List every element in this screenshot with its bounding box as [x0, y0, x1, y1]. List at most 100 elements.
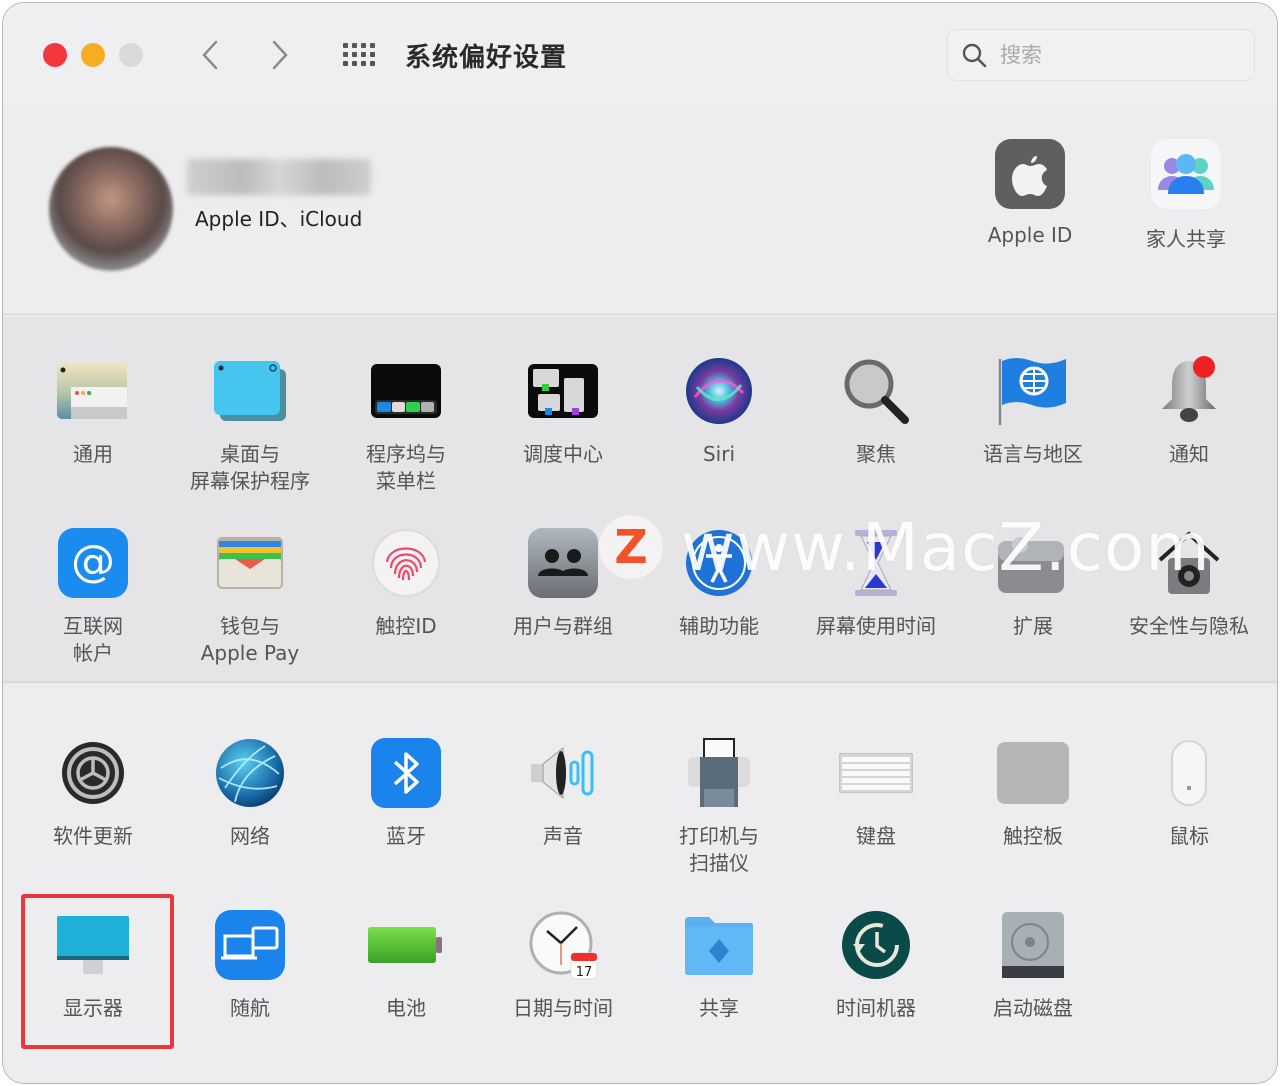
keyboard-label: 键盘 — [856, 824, 896, 848]
touch-id-label: 触控ID — [375, 614, 437, 638]
pref-security-privacy[interactable]: 安全性与隐私 — [1111, 527, 1267, 640]
pref-extensions[interactable]: 扩展 — [955, 527, 1111, 640]
general-label: 通用 — [73, 442, 113, 466]
wallet-applepay-label: 钱包与 Apple Pay — [200, 614, 300, 665]
minimize-button[interactable] — [81, 43, 105, 67]
pref-sidecar[interactable]: 随航 — [172, 909, 328, 1022]
language-region-label: 语言与地区 — [983, 442, 1083, 466]
pref-network[interactable]: 网络 — [172, 737, 328, 850]
users-icon — [524, 527, 602, 599]
close-button[interactable] — [43, 43, 67, 67]
pref-printers-scanners[interactable]: 打印机与 扫描仪 — [641, 737, 797, 877]
family-icon — [1151, 139, 1221, 209]
window-title: 系统偏好设置 — [405, 43, 568, 73]
search-input[interactable] — [1000, 43, 1240, 67]
pref-screen-time[interactable]: 屏幕使用时间 — [798, 527, 954, 640]
network-globe-icon — [211, 737, 289, 809]
pref-wallet-applepay[interactable]: 钱包与 Apple Pay — [172, 527, 328, 667]
forward-button[interactable] — [265, 37, 295, 73]
sound-label: 声音 — [543, 824, 583, 848]
pref-accessibility[interactable]: 辅助功能 — [641, 527, 797, 640]
time-machine-label: 时间机器 — [836, 996, 916, 1020]
bluetooth-icon — [367, 737, 445, 809]
pref-touch-id[interactable]: 触控ID — [328, 527, 484, 640]
mouse-icon — [1150, 737, 1228, 809]
sidecar-label: 随航 — [230, 996, 270, 1020]
pref-general[interactable]: 通用 — [15, 355, 171, 468]
search-field[interactable] — [947, 29, 1255, 81]
pref-desktop-screensaver[interactable]: 桌面与 屏幕保护程序 — [172, 355, 328, 495]
pref-notifications[interactable]: 通知 — [1111, 355, 1267, 468]
house-safe-icon — [1150, 527, 1228, 599]
printers-scanners-label: 打印机与 扫描仪 — [679, 824, 759, 875]
notifications-label: 通知 — [1169, 442, 1209, 466]
pref-language-region[interactable]: 语言与地区 — [955, 355, 1111, 468]
security-privacy-label: 安全性与隐私 — [1129, 614, 1249, 638]
flag-globe-icon — [994, 355, 1072, 427]
pref-trackpad[interactable]: 触控板 — [955, 737, 1111, 850]
trackpad-icon — [994, 737, 1072, 809]
puzzle-icon — [994, 527, 1072, 599]
siri-icon — [680, 355, 758, 427]
pref-startup-disk[interactable]: 启动磁盘 — [955, 909, 1111, 1022]
family-sharing-label: 家人共享 — [1146, 227, 1226, 251]
pref-family-sharing[interactable]: 家人共享 — [1111, 139, 1261, 252]
pref-sharing[interactable]: 共享 — [641, 909, 797, 1022]
internet-accounts-label: 互联网 帐户 — [63, 614, 123, 665]
pref-mission-control[interactable]: 调度中心 — [485, 355, 641, 468]
account-section: Apple ID、iCloud Apple ID 家人共享 — [3, 103, 1277, 315]
shared-folder-icon — [680, 909, 758, 981]
pref-software-update[interactable]: 软件更新 — [15, 737, 171, 850]
pref-date-time[interactable]: 17 日期与时间 — [485, 909, 641, 1022]
pref-internet-accounts[interactable]: @ 互联网 帐户 — [15, 527, 171, 667]
sharing-label: 共享 — [699, 996, 739, 1020]
network-label: 网络 — [230, 824, 270, 848]
magnifier-icon — [837, 355, 915, 427]
desktop-icon — [211, 355, 289, 427]
pref-keyboard[interactable]: 键盘 — [798, 737, 954, 850]
monitor-icon — [54, 909, 132, 981]
show-all-button[interactable] — [341, 41, 377, 69]
pref-siri[interactable]: Siri — [641, 355, 797, 468]
system-preferences-window: 系统偏好设置 Apple ID、iCloud Apple ID 家人共享 — [2, 2, 1278, 1084]
pref-battery[interactable]: 电池 — [328, 909, 484, 1022]
time-machine-icon — [837, 909, 915, 981]
avatar[interactable] — [49, 147, 173, 271]
trackpad-label: 触控板 — [1003, 824, 1063, 848]
search-icon — [962, 43, 987, 68]
pref-dock-menubar[interactable]: 程序坞与 菜单栏 — [328, 355, 484, 495]
pref-spotlight[interactable]: 聚焦 — [798, 355, 954, 468]
speaker-icon — [524, 737, 602, 809]
spotlight-label: 聚焦 — [856, 442, 896, 466]
software-update-label: 软件更新 — [53, 824, 133, 848]
svg-text:@: @ — [71, 536, 115, 587]
pref-apple-id[interactable]: Apple ID — [955, 139, 1105, 247]
clock-calendar-icon: 17 — [524, 909, 602, 981]
date-time-label: 日期与时间 — [513, 996, 613, 1020]
battery-label: 电池 — [386, 996, 426, 1020]
bell-icon — [1150, 355, 1228, 427]
wallet-icon — [211, 527, 289, 599]
chevron-right-icon — [272, 40, 288, 70]
chevron-left-icon — [202, 40, 218, 70]
screen-time-label: 屏幕使用时间 — [816, 614, 936, 638]
pref-time-machine[interactable]: 时间机器 — [798, 909, 954, 1022]
zoom-button[interactable] — [119, 43, 143, 67]
back-button[interactable] — [195, 37, 225, 73]
pref-sound[interactable]: 声音 — [485, 737, 641, 850]
mouse-label: 鼠标 — [1169, 824, 1209, 848]
pref-users-groups[interactable]: 用户与群组 — [485, 527, 641, 640]
mission-control-label: 调度中心 — [523, 442, 603, 466]
mission-control-icon — [524, 355, 602, 427]
displays-label: 显示器 — [63, 996, 123, 1020]
bluetooth-label: 蓝牙 — [386, 824, 426, 848]
gear-update-icon — [54, 737, 132, 809]
pref-mouse[interactable]: 鼠标 — [1111, 737, 1267, 850]
pref-displays[interactable]: 显示器 — [15, 909, 171, 1022]
pref-bluetooth[interactable]: 蓝牙 — [328, 737, 484, 850]
account-subtitle[interactable]: Apple ID、iCloud — [195, 203, 362, 232]
users-groups-label: 用户与群组 — [513, 614, 613, 638]
at-sign-icon: @ — [54, 527, 132, 599]
hard-disk-icon — [994, 909, 1072, 981]
calendar-day: 17 — [576, 965, 593, 980]
